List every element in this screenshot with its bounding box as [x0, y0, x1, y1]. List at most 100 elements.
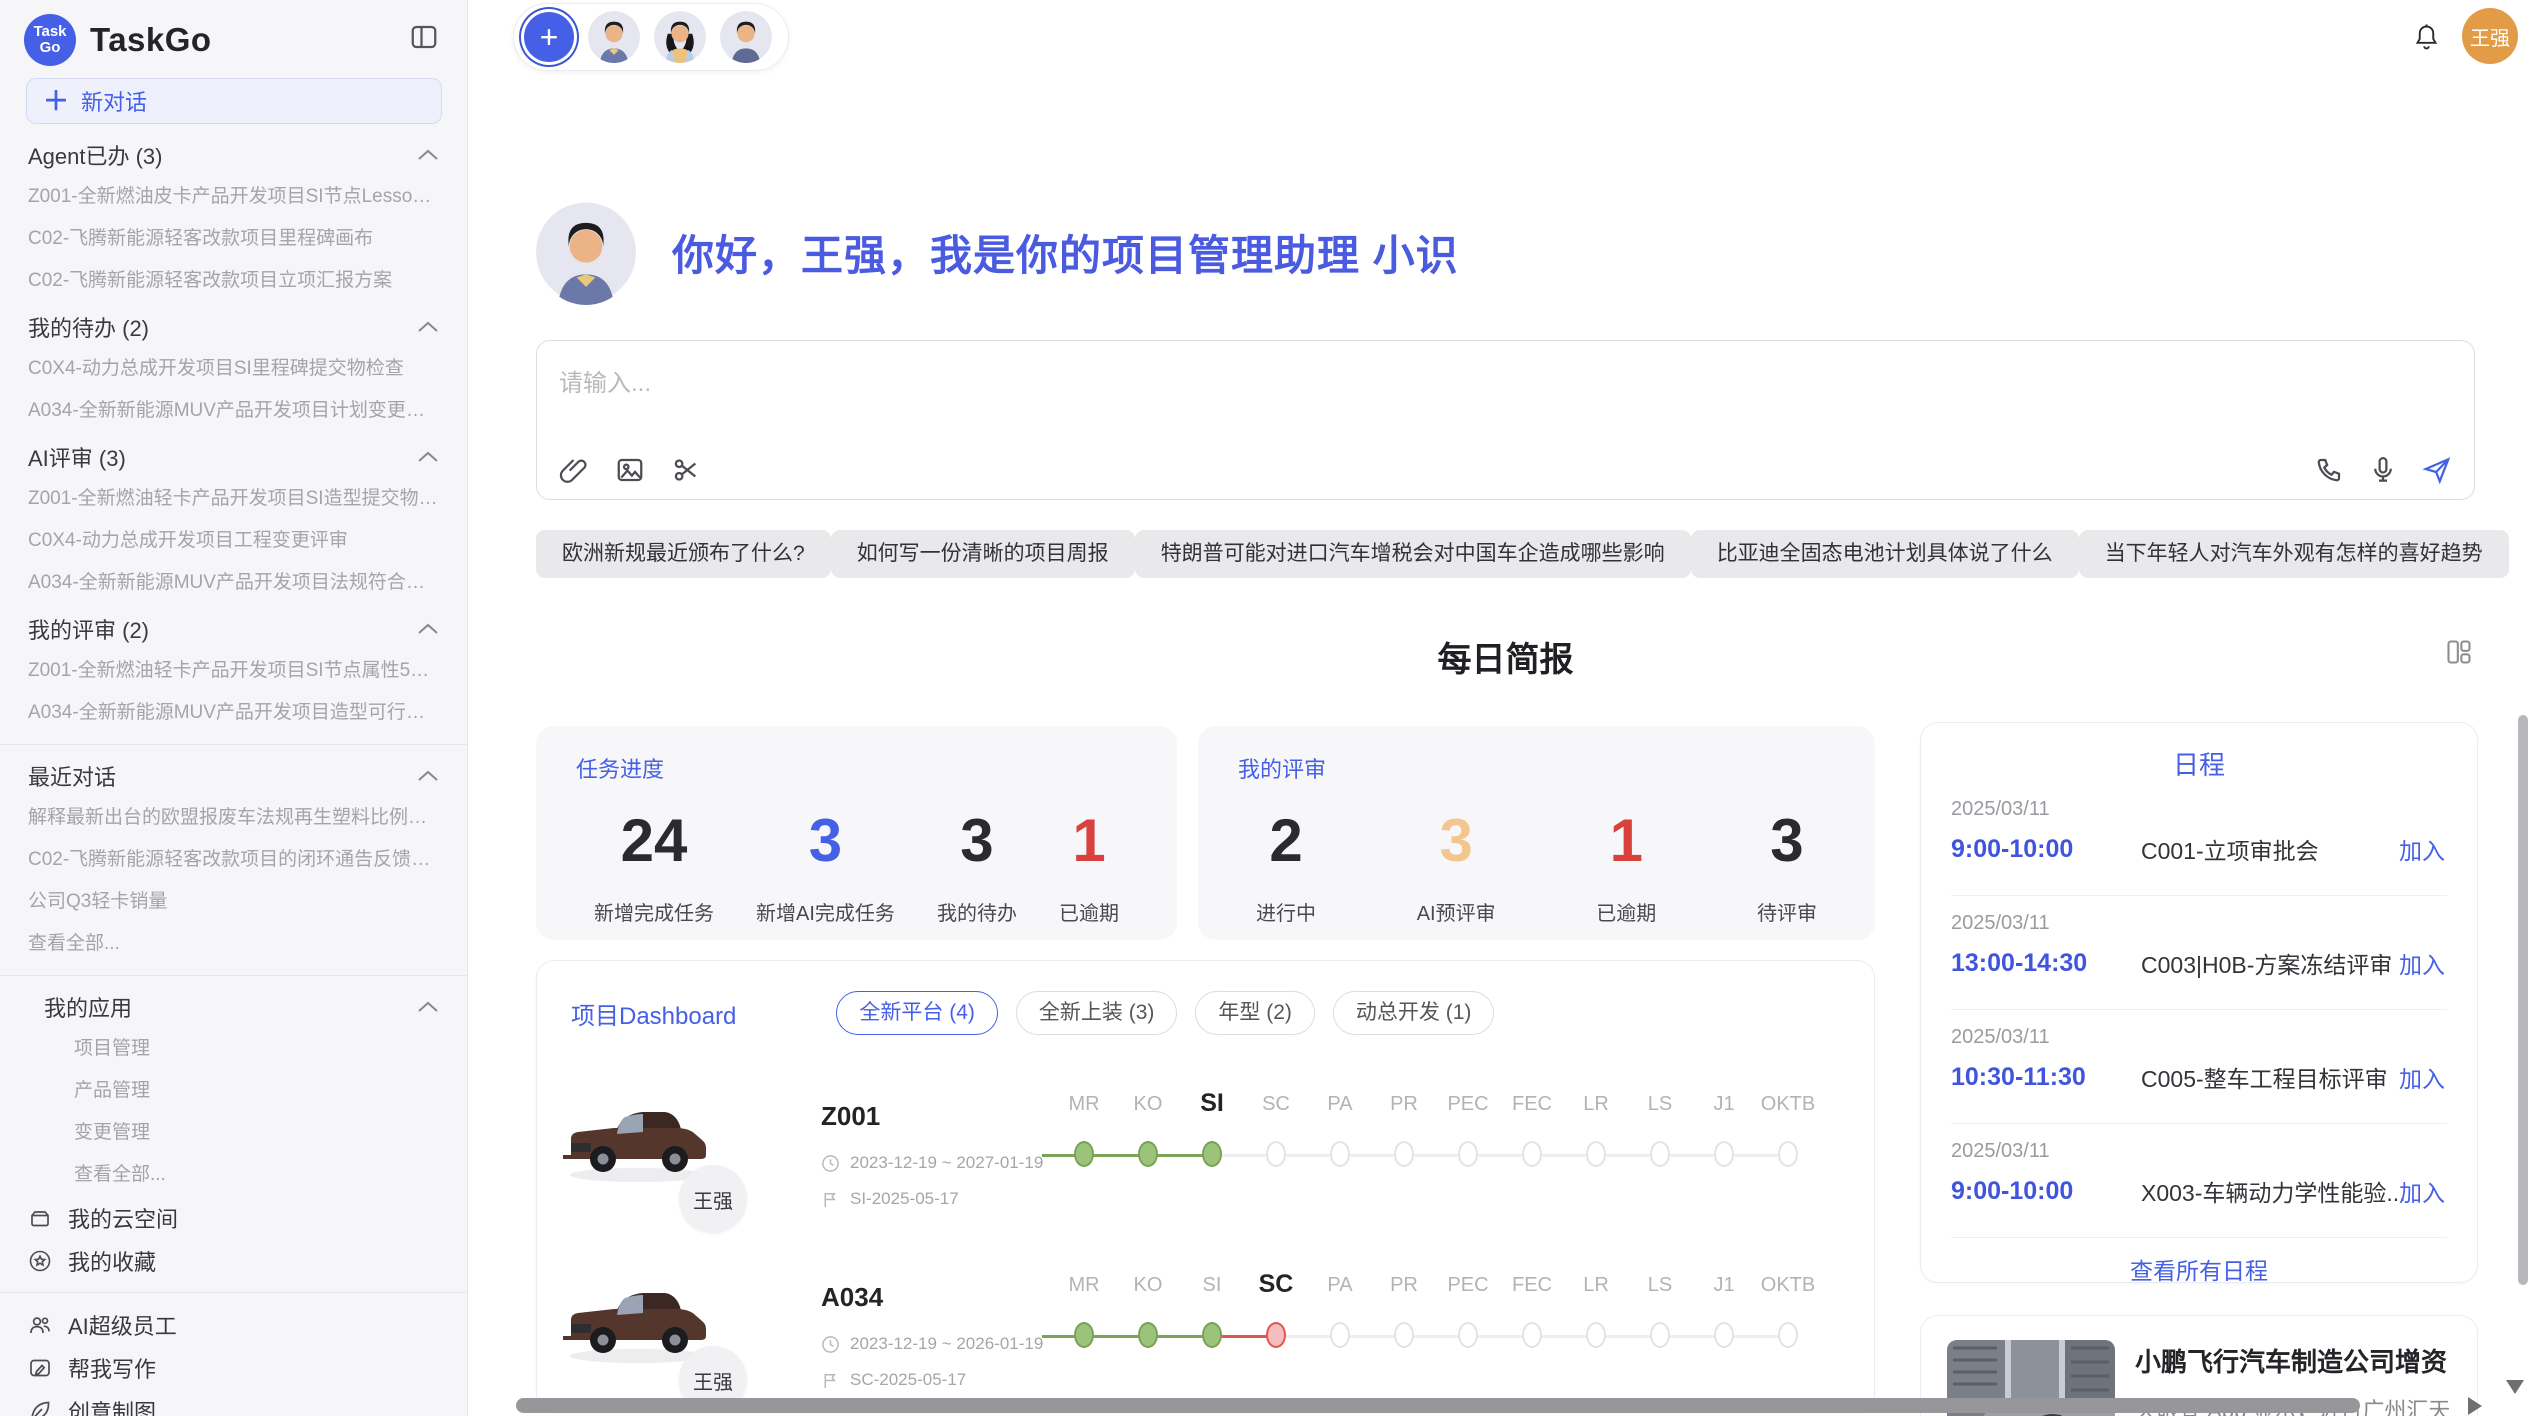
suggestion-chip[interactable]: 欧洲新规最近颁布了什么?	[536, 530, 831, 578]
view-all-schedule-link[interactable]: 查看所有日程	[1951, 1252, 2447, 1286]
sidebar-item[interactable]: Z001-全新燃油轻卡产品开发项目SI造型提交物评审	[0, 478, 467, 520]
sidebar-item[interactable]: C0X4-动力总成开发项目SI里程碑提交物检查	[0, 348, 467, 390]
ai-staff-icon	[28, 1313, 52, 1337]
recent-chat-item[interactable]: C02-飞腾新能源轻客改款项目的闭环通告反馈情况	[0, 839, 467, 881]
flag-icon	[821, 1371, 840, 1390]
scroll-down-arrow[interactable]	[2506, 1380, 2524, 1394]
stat-label: 新增完成任务	[594, 897, 714, 926]
milestone-dot	[1330, 1141, 1350, 1167]
join-meeting-link[interactable]: 加入	[2399, 1060, 2445, 1094]
dashboard-title: 项目Dashboard	[571, 996, 736, 1031]
user-avatar[interactable]: 王强	[2462, 8, 2518, 64]
app-item[interactable]: 查看全部...	[0, 1154, 467, 1196]
milestone-dot	[1522, 1141, 1542, 1167]
join-meeting-link[interactable]: 加入	[2399, 946, 2445, 980]
sidebar-item-favorites[interactable]: 我的收藏	[0, 1239, 467, 1282]
milestone-track: MRKOSISCPAPRPECFECLRLSJ1OKTB	[1052, 1274, 1842, 1374]
suggestion-chip[interactable]: 特朗普可能对进口汽车增税会对中国车企造成哪些影响	[1135, 530, 1691, 578]
sidebar-item[interactable]: C02-飞腾新能源轻客改款项目里程碑画布	[0, 218, 467, 260]
microphone-icon[interactable]	[2368, 455, 2398, 485]
project-flag-text: SC-2025-05-17	[850, 1370, 966, 1390]
milestone-label: PEC	[1436, 1274, 1500, 1297]
app-item[interactable]: 变更管理	[0, 1112, 467, 1154]
chat-input-box[interactable]: 请输入...	[536, 340, 2475, 500]
dashboard-tab[interactable]: 全新上装 (3)	[1016, 991, 1178, 1035]
new-chat-button[interactable]: ＋ 新对话	[26, 78, 442, 124]
attachment-icon[interactable]	[559, 455, 589, 485]
horizontal-scrollbar[interactable]	[516, 1398, 2360, 1413]
sidebar-group-title: 我的待办 (2)	[28, 311, 149, 343]
sidebar-item[interactable]: Z001-全新燃油皮卡产品开发项目SI节点Lesson Learn报告	[0, 176, 467, 218]
voice-call-icon[interactable]	[2314, 455, 2344, 485]
milestone-dot	[1394, 1322, 1414, 1348]
project-row: 王强Z0012023-12-19 ~ 2027-01-19SI-2025-05-…	[537, 1091, 1874, 1244]
sidebar-item[interactable]: A034-全新新能源MUV产品开发项目法规符合性评审	[0, 562, 467, 604]
session-avatar-2[interactable]	[654, 11, 706, 63]
dashboard-tab[interactable]: 年型 (2)	[1195, 991, 1315, 1035]
notification-bell-icon[interactable]	[2413, 22, 2440, 51]
session-avatar-3[interactable]	[720, 11, 772, 63]
briefing-title: 每日简报	[1438, 641, 1574, 679]
session-avatar-1[interactable]	[588, 11, 640, 63]
milestone-label: LR	[1564, 1274, 1628, 1297]
app-logo: Task Go	[24, 14, 76, 66]
milestone-label: MR	[1052, 1274, 1116, 1297]
chat-input-placeholder: 请输入...	[559, 363, 651, 398]
sidebar-item-cloud-space[interactable]: 我的云空间	[0, 1196, 467, 1239]
sidebar-item-writing[interactable]: 帮我写作	[0, 1346, 467, 1389]
chevron-up-icon[interactable]	[417, 148, 439, 162]
milestone-dot	[1522, 1322, 1542, 1348]
dashboard-tab[interactable]: 动总开发 (1)	[1333, 991, 1495, 1035]
stat-card-title: 我的评审	[1238, 752, 1835, 784]
sidebar-item[interactable]: A034-全新新能源MUV产品开发项目计划变更表编写	[0, 390, 467, 432]
recent-chat-item[interactable]: 公司Q3轻卡销量	[0, 881, 467, 923]
scissors-icon[interactable]	[671, 455, 701, 485]
vertical-scrollbar[interactable]	[2518, 715, 2528, 1285]
sidebar-divider	[0, 744, 467, 745]
suggestion-chip[interactable]: 当下年轻人对汽车外观有怎样的喜好趋势	[2079, 530, 2509, 578]
scroll-right-arrow[interactable]	[2468, 1397, 2482, 1415]
join-meeting-link[interactable]: 加入	[2399, 832, 2445, 866]
dashboard-tab[interactable]: 全新平台 (4)	[836, 991, 998, 1035]
image-upload-icon[interactable]	[615, 455, 645, 485]
chevron-up-icon[interactable]	[417, 450, 439, 464]
suggestion-chip[interactable]: 如何写一份清晰的项目周报	[831, 530, 1135, 578]
recent-chat-item[interactable]: 解释最新出台的欧盟报废车法规再生塑料比例被调至15%...	[0, 797, 467, 839]
stat-card-title: 任务进度	[576, 752, 1137, 784]
milestone-dot	[1202, 1322, 1222, 1348]
sidebar: Task Go TaskGo ＋ 新对话 Agent已办 (3)Z001-全新燃…	[0, 0, 468, 1416]
suggestion-chip[interactable]: 比亚迪全固态电池计划具体说了什么	[1691, 530, 2079, 578]
chevron-up-icon[interactable]	[417, 769, 439, 783]
sidebar-item[interactable]: A034-全新新能源MUV产品开发项目造型可行性评审	[0, 692, 467, 734]
logo-line-2: Go	[40, 40, 61, 56]
my-apps-header: 我的应用	[0, 986, 467, 1028]
stat-item: 3待评审	[1757, 806, 1817, 926]
chevron-up-icon[interactable]	[417, 622, 439, 636]
recent-chat-item[interactable]: 查看全部...	[0, 923, 467, 965]
chevron-up-icon[interactable]	[417, 320, 439, 334]
sidebar-item[interactable]: Z001-全新燃油轻卡产品开发项目SI节点属性5D文件评审	[0, 650, 467, 692]
sidebar-group-title: AI评审 (3)	[28, 441, 126, 473]
app-item[interactable]: 产品管理	[0, 1070, 467, 1112]
join-meeting-link[interactable]: 加入	[2399, 1174, 2445, 1208]
sidebar-item[interactable]: C02-飞腾新能源轻客改款项目立项汇报方案	[0, 260, 467, 302]
chevron-up-icon[interactable]	[417, 1000, 439, 1014]
app-item[interactable]: 项目管理	[0, 1028, 467, 1070]
sidebar-item-ai-staff[interactable]: AI超级员工	[0, 1303, 467, 1346]
stat-label: 已逾期	[1596, 897, 1656, 926]
send-icon[interactable]	[2422, 455, 2452, 485]
sidebar-collapse-icon[interactable]	[409, 22, 439, 52]
add-session-button[interactable]: +	[524, 12, 574, 62]
milestone-dot	[1138, 1322, 1158, 1348]
layout-grid-icon[interactable]	[2445, 638, 2473, 666]
sidebar-item[interactable]: C0X4-动力总成开发项目工程变更评审	[0, 520, 467, 562]
milestone-label: MR	[1052, 1093, 1116, 1116]
sidebar-divider	[0, 975, 467, 976]
sidebar-group-header: 我的待办 (2)	[0, 306, 467, 348]
milestone-dot	[1458, 1322, 1478, 1348]
sidebar-item-creative-drawing[interactable]: 创意制图	[0, 1389, 467, 1416]
sidebar-link-label: 我的云空间	[68, 1202, 178, 1234]
milestone-dot	[1202, 1141, 1222, 1167]
milestone-dot	[1074, 1141, 1094, 1167]
milestone-label: KO	[1116, 1093, 1180, 1116]
